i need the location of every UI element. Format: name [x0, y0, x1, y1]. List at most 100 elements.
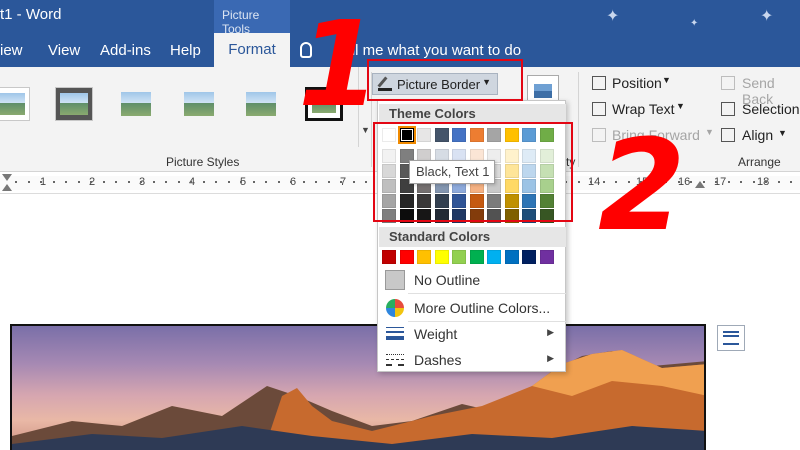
- standard-color-swatch[interactable]: [452, 250, 466, 264]
- no-outline-label: No Outline: [414, 272, 481, 288]
- tab-view[interactable]: View: [48, 42, 80, 59]
- standard-colors-header: Standard Colors: [379, 227, 566, 247]
- arrange-group-label: Arrange: [738, 155, 781, 169]
- ruler-tick: [777, 181, 780, 183]
- picture-style-thumb[interactable]: [242, 87, 280, 121]
- selection-pane-icon: [721, 102, 735, 116]
- ruler-tick: [265, 181, 267, 183]
- group-divider: [578, 72, 579, 167]
- tab-view-partial[interactable]: iew: [0, 42, 23, 59]
- ruler-tick: [702, 181, 705, 183]
- decor-star-icon: ✦: [760, 8, 774, 25]
- standard-color-swatch[interactable]: [539, 250, 554, 264]
- ruler-tick: [102, 181, 105, 183]
- standard-color-swatch[interactable]: [434, 250, 449, 264]
- color-wheel-icon: [386, 299, 404, 317]
- ruler-tick: [115, 181, 117, 183]
- ruler-tick: [352, 181, 355, 183]
- ruler-tick: [40, 181, 42, 183]
- position-button[interactable]: Position: [612, 75, 662, 91]
- ruler-tick: [165, 181, 167, 183]
- picture-tools-context-tab: Picture Tools: [214, 0, 290, 36]
- picture-style-thumb[interactable]: [117, 87, 155, 121]
- ruler-tick: [202, 181, 205, 183]
- ruler-tick: [340, 181, 342, 183]
- picture-tools-label: Picture Tools: [222, 8, 260, 36]
- ruler-tick: [315, 181, 317, 183]
- more-outline-colors-item[interactable]: More Outline Colors...: [379, 295, 566, 321]
- standard-color-swatch[interactable]: [399, 250, 414, 264]
- standard-color-swatch[interactable]: [487, 250, 501, 264]
- ruler-tick: [152, 181, 155, 183]
- send-backward-icon: [721, 76, 735, 90]
- annotation-highlight-box: [367, 59, 523, 101]
- align-button[interactable]: Align: [742, 127, 773, 143]
- mountain-landscape-icon: [12, 350, 704, 450]
- selection-pane-button[interactable]: Selection: [742, 101, 800, 117]
- standard-color-swatch[interactable]: [522, 250, 536, 264]
- annotation-step-number: 1: [298, 0, 381, 133]
- title-bar: t1 - Word Picture Tools ✦ ✦ ✦: [0, 0, 800, 36]
- picture-styles-group-label: Picture Styles: [166, 155, 240, 169]
- ruler-tick: [127, 181, 130, 183]
- ruler-tick: [77, 181, 80, 183]
- line-weight-icon: [386, 327, 404, 341]
- ruler-tick: [727, 181, 730, 183]
- ruler-tick: [252, 181, 255, 183]
- ruler-tick: [365, 181, 367, 183]
- picture-style-thumb[interactable]: [55, 87, 93, 121]
- annotation-step-number: 2: [598, 112, 686, 259]
- weight-item[interactable]: Weight ▶: [379, 321, 566, 347]
- ruler-tick: [215, 181, 217, 183]
- dashes-item[interactable]: Dashes ▶: [379, 347, 566, 373]
- standard-color-swatch[interactable]: [382, 250, 396, 264]
- ruler-tick: [15, 181, 17, 183]
- chevron-down-icon: ▼: [705, 127, 714, 137]
- picture-style-thumb[interactable]: [0, 87, 30, 121]
- ruler-tick: [740, 181, 742, 183]
- ruler-tick: [690, 181, 692, 183]
- chevron-right-icon: ▶: [547, 327, 554, 337]
- layout-options-icon[interactable]: [717, 325, 745, 351]
- ruler-tick: [27, 181, 30, 183]
- standard-color-swatch[interactable]: [469, 250, 484, 264]
- ruler-tick: [177, 181, 180, 183]
- position-icon: [592, 76, 606, 90]
- standard-color-swatch[interactable]: [504, 250, 519, 264]
- ruler-tick: [590, 181, 592, 183]
- chevron-down-icon: ▼: [778, 128, 787, 138]
- dashes-icon: [386, 354, 404, 366]
- ruler-tick: [190, 181, 192, 183]
- indent-marker-icon[interactable]: [2, 174, 12, 192]
- dashes-label: Dashes: [414, 352, 462, 368]
- weight-label: Weight: [414, 326, 458, 342]
- ruler-tick: [277, 181, 280, 183]
- ruler-tick: [227, 181, 230, 183]
- no-outline-item[interactable]: No Outline: [379, 267, 566, 293]
- selected-mountain-picture[interactable]: [10, 324, 706, 450]
- ruler-tick: [52, 181, 55, 183]
- chevron-right-icon: ▶: [547, 353, 554, 363]
- ruler-tick: [715, 181, 717, 183]
- tab-format[interactable]: Format: [214, 33, 290, 67]
- tab-add-ins[interactable]: Add-ins: [100, 42, 151, 59]
- ruler-tick: [140, 181, 142, 183]
- ruler-tick: [327, 181, 330, 183]
- document-title: t1 - Word: [0, 6, 62, 23]
- ruler-tick: [65, 181, 67, 183]
- more-outline-colors-label: More Outline Colors...: [414, 300, 551, 316]
- tab-help[interactable]: Help: [170, 42, 201, 59]
- ruler-tick: [790, 181, 792, 183]
- align-icon: [721, 128, 735, 142]
- ruler-number: 18: [757, 176, 770, 188]
- chevron-down-icon: ▼: [676, 101, 685, 111]
- theme-colors-header: Theme Colors: [379, 104, 566, 124]
- no-outline-icon: [385, 270, 405, 290]
- ruler-tick: [90, 181, 92, 183]
- chevron-down-icon: ▼: [662, 75, 671, 85]
- standard-color-swatch[interactable]: [417, 250, 431, 264]
- picture-style-thumb[interactable]: [180, 87, 218, 121]
- ruler-tick: [577, 181, 580, 183]
- ruler-tick: [765, 181, 767, 183]
- ruler-tick: [240, 181, 242, 183]
